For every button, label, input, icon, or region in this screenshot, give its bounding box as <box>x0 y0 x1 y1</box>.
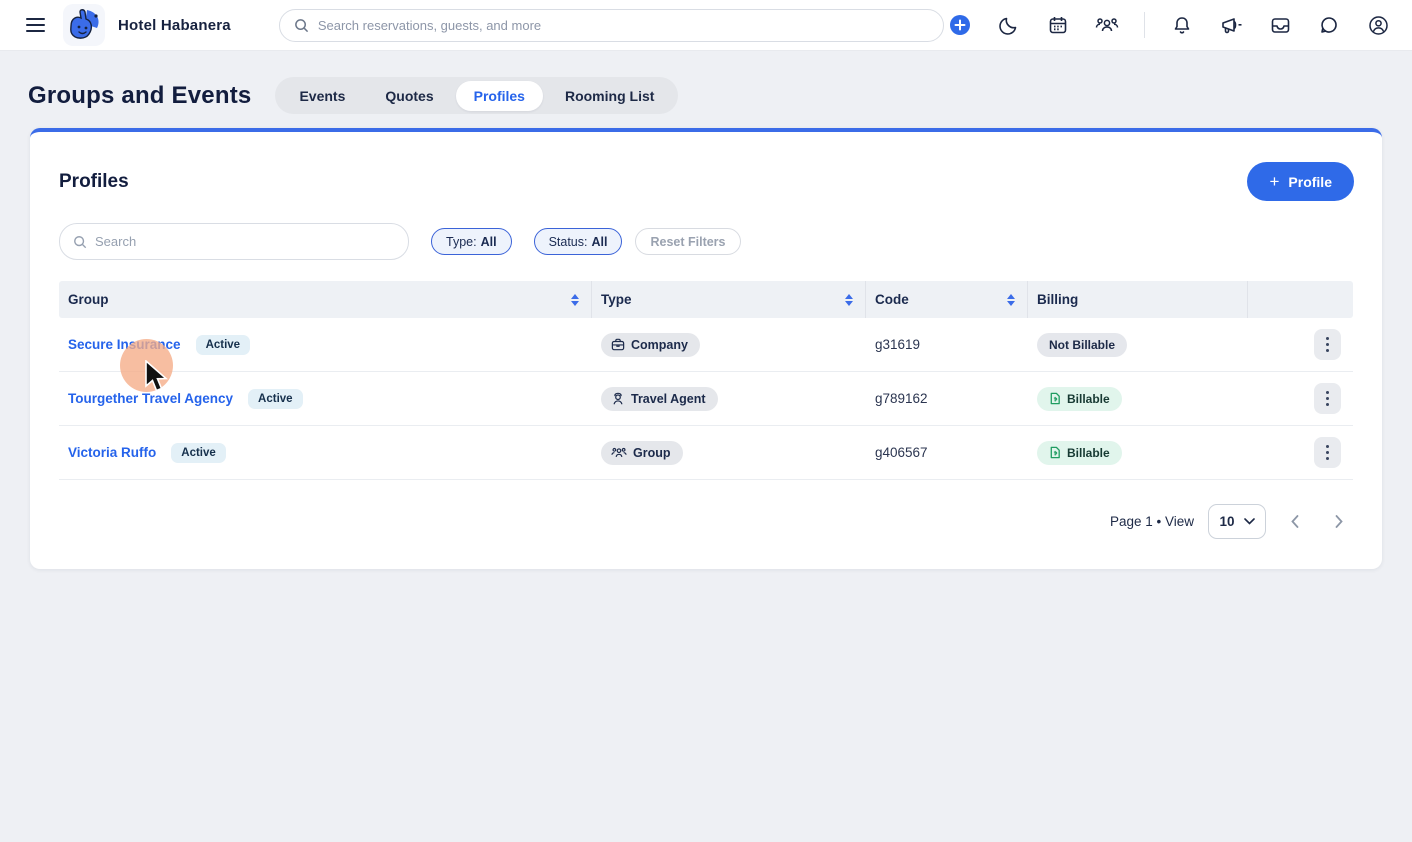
briefcase-icon <box>611 338 625 351</box>
table-row: Tourgether Travel Agency Active Travel A… <box>59 372 1353 426</box>
type-chip: Group <box>601 441 683 465</box>
column-label: Group <box>68 292 109 307</box>
status-badge: Active <box>196 335 251 355</box>
column-header-group[interactable]: Group <box>59 281 592 318</box>
reset-filters-button[interactable]: Reset Filters <box>635 228 740 255</box>
quick-add-icon[interactable] <box>948 13 972 37</box>
row-actions-kebab-icon[interactable] <box>1314 329 1341 360</box>
column-label: Type <box>601 292 632 307</box>
billing-badge: Billable <box>1037 441 1122 465</box>
table-header: Group Type Code Billing <box>59 281 1353 318</box>
profiles-search[interactable] <box>59 223 409 260</box>
billing-badge: Not Billable <box>1037 333 1127 357</box>
billable-doc-icon <box>1049 446 1061 459</box>
column-header-billing: Billing <box>1028 281 1248 318</box>
filter-type-label: Type: <box>446 235 477 249</box>
profiles-card: Profiles + Profile Type: All Status: All… <box>30 128 1382 569</box>
status-badge: Active <box>171 443 226 463</box>
profiles-search-input[interactable] <box>95 234 395 249</box>
sort-icon[interactable] <box>571 294 579 306</box>
filter-type-value: All <box>481 235 497 249</box>
dark-mode-moon-icon[interactable] <box>997 13 1021 37</box>
search-icon <box>294 18 309 33</box>
sort-icon[interactable] <box>1007 294 1015 306</box>
search-icon <box>73 235 87 249</box>
account-icon[interactable] <box>1366 13 1390 37</box>
code-value: g406567 <box>875 445 928 460</box>
add-profile-button[interactable]: + Profile <box>1247 162 1354 201</box>
hotel-logo <box>63 4 105 46</box>
page-size-select[interactable]: 10 <box>1208 504 1266 539</box>
inbox-tray-icon[interactable] <box>1268 13 1292 37</box>
travel-agent-icon <box>611 392 625 406</box>
calendar-icon[interactable] <box>1046 13 1070 37</box>
type-label: Company <box>631 338 688 352</box>
sort-icon[interactable] <box>845 294 853 306</box>
status-badge: Active <box>248 389 303 409</box>
billing-badge: Billable <box>1037 387 1122 411</box>
type-label: Travel Agent <box>631 392 706 406</box>
tab-quotes[interactable]: Quotes <box>367 81 451 111</box>
group-link[interactable]: Victoria Ruffo <box>68 445 156 460</box>
previous-page-button[interactable] <box>1280 507 1310 537</box>
type-chip: Company <box>601 333 700 357</box>
pagination: Page 1 • View 10 <box>1110 504 1354 539</box>
notifications-bell-icon[interactable] <box>1170 13 1194 37</box>
hamburger-menu-icon[interactable] <box>26 18 45 32</box>
global-search-input[interactable] <box>318 18 929 33</box>
code-value: g31619 <box>875 337 920 352</box>
page-size-value: 10 <box>1219 514 1234 529</box>
billing-label: Billable <box>1067 392 1110 406</box>
page-title: Groups and Events <box>28 82 251 110</box>
type-label: Group <box>633 446 671 460</box>
code-value: g789162 <box>875 391 928 406</box>
billing-label: Billable <box>1067 446 1110 460</box>
chevron-left-icon <box>1291 515 1299 528</box>
table-row: Victoria Ruffo Active Group g406567 Bill… <box>59 426 1353 480</box>
row-actions-kebab-icon[interactable] <box>1314 437 1341 468</box>
people-group-icon <box>611 446 627 459</box>
announcements-megaphone-icon[interactable] <box>1219 13 1243 37</box>
global-search[interactable] <box>279 9 944 42</box>
row-actions-kebab-icon[interactable] <box>1314 383 1341 414</box>
column-header-actions <box>1248 281 1353 318</box>
column-label: Code <box>875 292 909 307</box>
top-bar: Hotel Habanera <box>0 0 1412 51</box>
chat-bubble-icon[interactable] <box>1317 13 1341 37</box>
tab-events[interactable]: Events <box>281 81 363 111</box>
next-page-button[interactable] <box>1324 507 1354 537</box>
tab-rooming-list[interactable]: Rooming List <box>547 81 672 111</box>
tab-bar: Events Quotes Profiles Rooming List <box>275 77 678 114</box>
filter-status-label: Status: <box>549 235 588 249</box>
column-header-type[interactable]: Type <box>592 281 866 318</box>
group-link[interactable]: Secure Insurance <box>68 337 181 352</box>
chevron-down-icon <box>1244 518 1255 525</box>
groups-icon[interactable] <box>1095 13 1119 37</box>
card-title: Profiles <box>59 171 129 193</box>
type-chip: Travel Agent <box>601 387 718 411</box>
add-profile-label: Profile <box>1288 174 1332 190</box>
profiles-table: Group Type Code Billing Secure Insurance… <box>59 281 1353 480</box>
column-label: Billing <box>1037 292 1078 307</box>
billable-doc-icon <box>1049 392 1061 405</box>
plus-icon: + <box>1269 173 1279 190</box>
topbar-divider <box>1144 12 1145 38</box>
filter-status-value: All <box>591 235 607 249</box>
filter-status[interactable]: Status: All <box>534 228 623 255</box>
brand-name: Hotel Habanera <box>118 17 231 34</box>
group-link[interactable]: Tourgether Travel Agency <box>68 391 233 406</box>
column-header-code[interactable]: Code <box>866 281 1028 318</box>
chevron-right-icon <box>1335 515 1343 528</box>
tab-profiles[interactable]: Profiles <box>456 81 543 111</box>
filter-type[interactable]: Type: All <box>431 228 512 255</box>
pagination-label: Page 1 • View <box>1110 514 1194 529</box>
table-row: Secure Insurance Active Company g31619 N… <box>59 318 1353 372</box>
